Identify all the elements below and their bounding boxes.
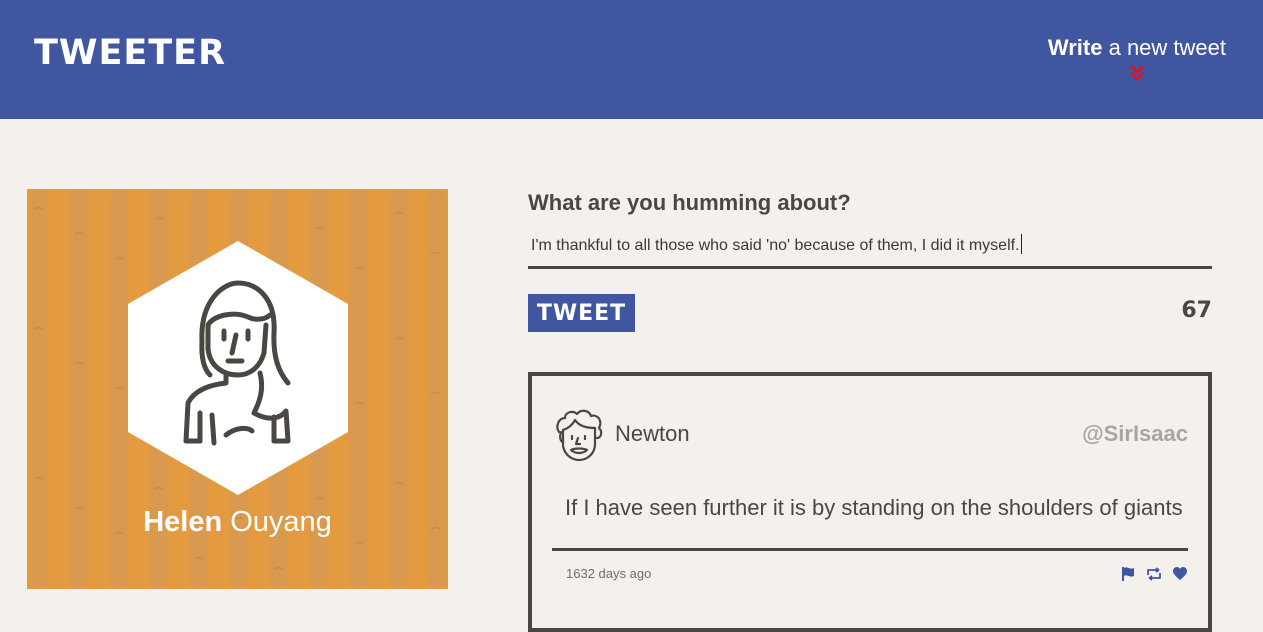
- tweet-textarea[interactable]: I'm thankful to all those who said 'no' …: [528, 230, 1212, 269]
- tweet-content: If I have seen further it is by standing…: [565, 495, 1183, 520]
- retweet-icon[interactable]: [1146, 566, 1162, 582]
- profile-last-name: Ouyang: [230, 506, 332, 538]
- tweet-author-name: Newton: [615, 421, 690, 446]
- profile-name: Helen Ouyang: [27, 505, 448, 539]
- heart-icon[interactable]: [1172, 566, 1188, 582]
- tweet-textarea-value[interactable]: I'm thankful to all those who said 'no' …: [531, 234, 1022, 255]
- brand-logo[interactable]: TWEETER: [34, 36, 226, 71]
- toggle-label-bold: Write: [1047, 35, 1103, 60]
- profile-first-name: Helen: [143, 506, 223, 538]
- tweet-timestamp: 1632 days ago: [566, 566, 652, 581]
- tweet-submit-button[interactable]: TWEET: [528, 294, 635, 332]
- profile-card: Helen Ouyang: [27, 189, 448, 589]
- top-navbar: TWEETER Write a new tweet: [0, 0, 1263, 119]
- write-new-tweet-toggle[interactable]: Write a new tweet: [1048, 34, 1226, 82]
- double-chevron-down-icon[interactable]: [1129, 64, 1145, 82]
- character-counter: 67: [1181, 298, 1212, 323]
- compose-tweet-form: What are you humming about? I'm thankful…: [528, 188, 1212, 332]
- flag-icon[interactable]: [1120, 566, 1136, 582]
- tweet-divider: [552, 548, 1188, 551]
- woman-avatar-icon: [128, 241, 348, 495]
- tweet-card: Newton @SirIsaac If I have seen further …: [528, 372, 1212, 632]
- tweet-author-handle: @SirIsaac: [1082, 421, 1188, 446]
- curly-hair-man-avatar-icon: [556, 409, 603, 462]
- toggle-label-light: a new tweet: [1108, 35, 1226, 60]
- text-caret: [1020, 234, 1022, 254]
- tweet-actions: [1120, 566, 1188, 582]
- compose-label: What are you humming about?: [528, 190, 851, 215]
